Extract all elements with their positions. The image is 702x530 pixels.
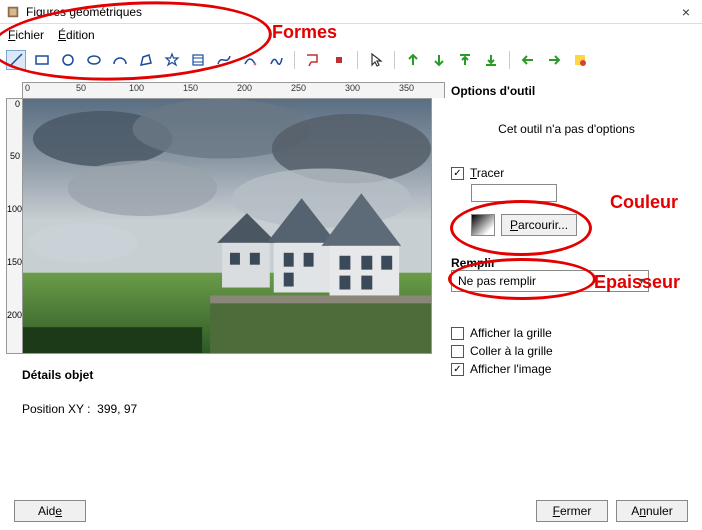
- preferences-icon[interactable]: [570, 50, 590, 70]
- stroke-color-box[interactable]: [471, 184, 557, 202]
- cursor-tool-icon[interactable]: [366, 50, 386, 70]
- show-grid-checkbox[interactable]: Afficher la grille: [451, 326, 682, 340]
- fill-select-value: Ne pas remplir: [458, 274, 536, 288]
- close-button-bottom[interactable]: Fermer: [536, 500, 608, 522]
- canvas-image[interactable]: [22, 98, 432, 354]
- arrow-bottom-icon[interactable]: [481, 50, 501, 70]
- options-title: Options d'outil: [451, 84, 682, 98]
- fill-select[interactable]: Ne pas remplir ▾: [451, 270, 649, 292]
- arrow-up-icon[interactable]: [403, 50, 423, 70]
- main-area: 0 50 100 150 200 250 300 350 0 50 100 15…: [0, 76, 702, 442]
- line-tool-icon[interactable]: [6, 50, 26, 70]
- polygon-tool-icon[interactable]: [136, 50, 156, 70]
- snap-grid-checkbox[interactable]: Coller à la grille: [451, 344, 682, 358]
- path-tool-icon[interactable]: [266, 50, 286, 70]
- circle-tool-icon[interactable]: [58, 50, 78, 70]
- horizontal-ruler: 0 50 100 150 200 250 300 350: [22, 82, 445, 98]
- arrow-down-icon[interactable]: [429, 50, 449, 70]
- details-title: Détails objet: [22, 368, 433, 382]
- position-readout: Position XY : 399, 97: [22, 402, 433, 416]
- arc-tool-icon[interactable]: [110, 50, 130, 70]
- browse-button[interactable]: Parcourir...: [501, 214, 577, 236]
- app-icon: [6, 5, 20, 19]
- spiral-tool-icon[interactable]: [188, 50, 208, 70]
- cancel-button[interactable]: Annuler: [616, 500, 688, 522]
- window-title: Figures géométriques: [26, 5, 676, 19]
- titlebar: Figures géométriques ×: [0, 0, 702, 24]
- separator: [357, 51, 358, 69]
- vertical-ruler: 0 50 100 150 200: [6, 98, 22, 354]
- arrow-right-icon[interactable]: [544, 50, 564, 70]
- arrow-left-icon[interactable]: [518, 50, 538, 70]
- ellipse-tool-icon[interactable]: [84, 50, 104, 70]
- bezier-tool-icon[interactable]: [214, 50, 234, 70]
- object-details: Détails objet Position XY : 399, 97: [6, 354, 445, 416]
- tracer-checkbox[interactable]: ✓ Tracer: [451, 166, 682, 180]
- show-image-checkbox[interactable]: ✓ Afficher l'image: [451, 362, 682, 376]
- move-tool-icon[interactable]: [303, 50, 323, 70]
- menu-edit[interactable]: Édition: [58, 28, 95, 42]
- canvas-area: 0 50 100 150 200 250 300 350 0 50 100 15…: [0, 76, 445, 442]
- dialog-buttons: Aide Fermer Annuler: [0, 500, 702, 522]
- separator: [394, 51, 395, 69]
- remplir-label: Remplir: [451, 256, 682, 270]
- point-tool-icon[interactable]: [329, 50, 349, 70]
- star-tool-icon[interactable]: [162, 50, 182, 70]
- chevron-down-icon: ▾: [639, 276, 644, 287]
- menubar: Fichier Édition: [0, 24, 702, 46]
- separator: [509, 51, 510, 69]
- menu-file[interactable]: Fichier: [8, 28, 44, 42]
- curve-tool-icon[interactable]: [240, 50, 260, 70]
- arrow-top-icon[interactable]: [455, 50, 475, 70]
- rectangle-tool-icon[interactable]: [32, 50, 52, 70]
- separator: [294, 51, 295, 69]
- tool-options-panel: Options d'outil Cet outil n'a pas d'opti…: [445, 76, 702, 442]
- pattern-swatch[interactable]: [471, 214, 495, 236]
- toolbar: [0, 46, 702, 76]
- help-button[interactable]: Aide: [14, 500, 86, 522]
- close-button[interactable]: ×: [676, 2, 696, 22]
- no-options-message: Cet outil n'a pas d'options: [451, 122, 682, 136]
